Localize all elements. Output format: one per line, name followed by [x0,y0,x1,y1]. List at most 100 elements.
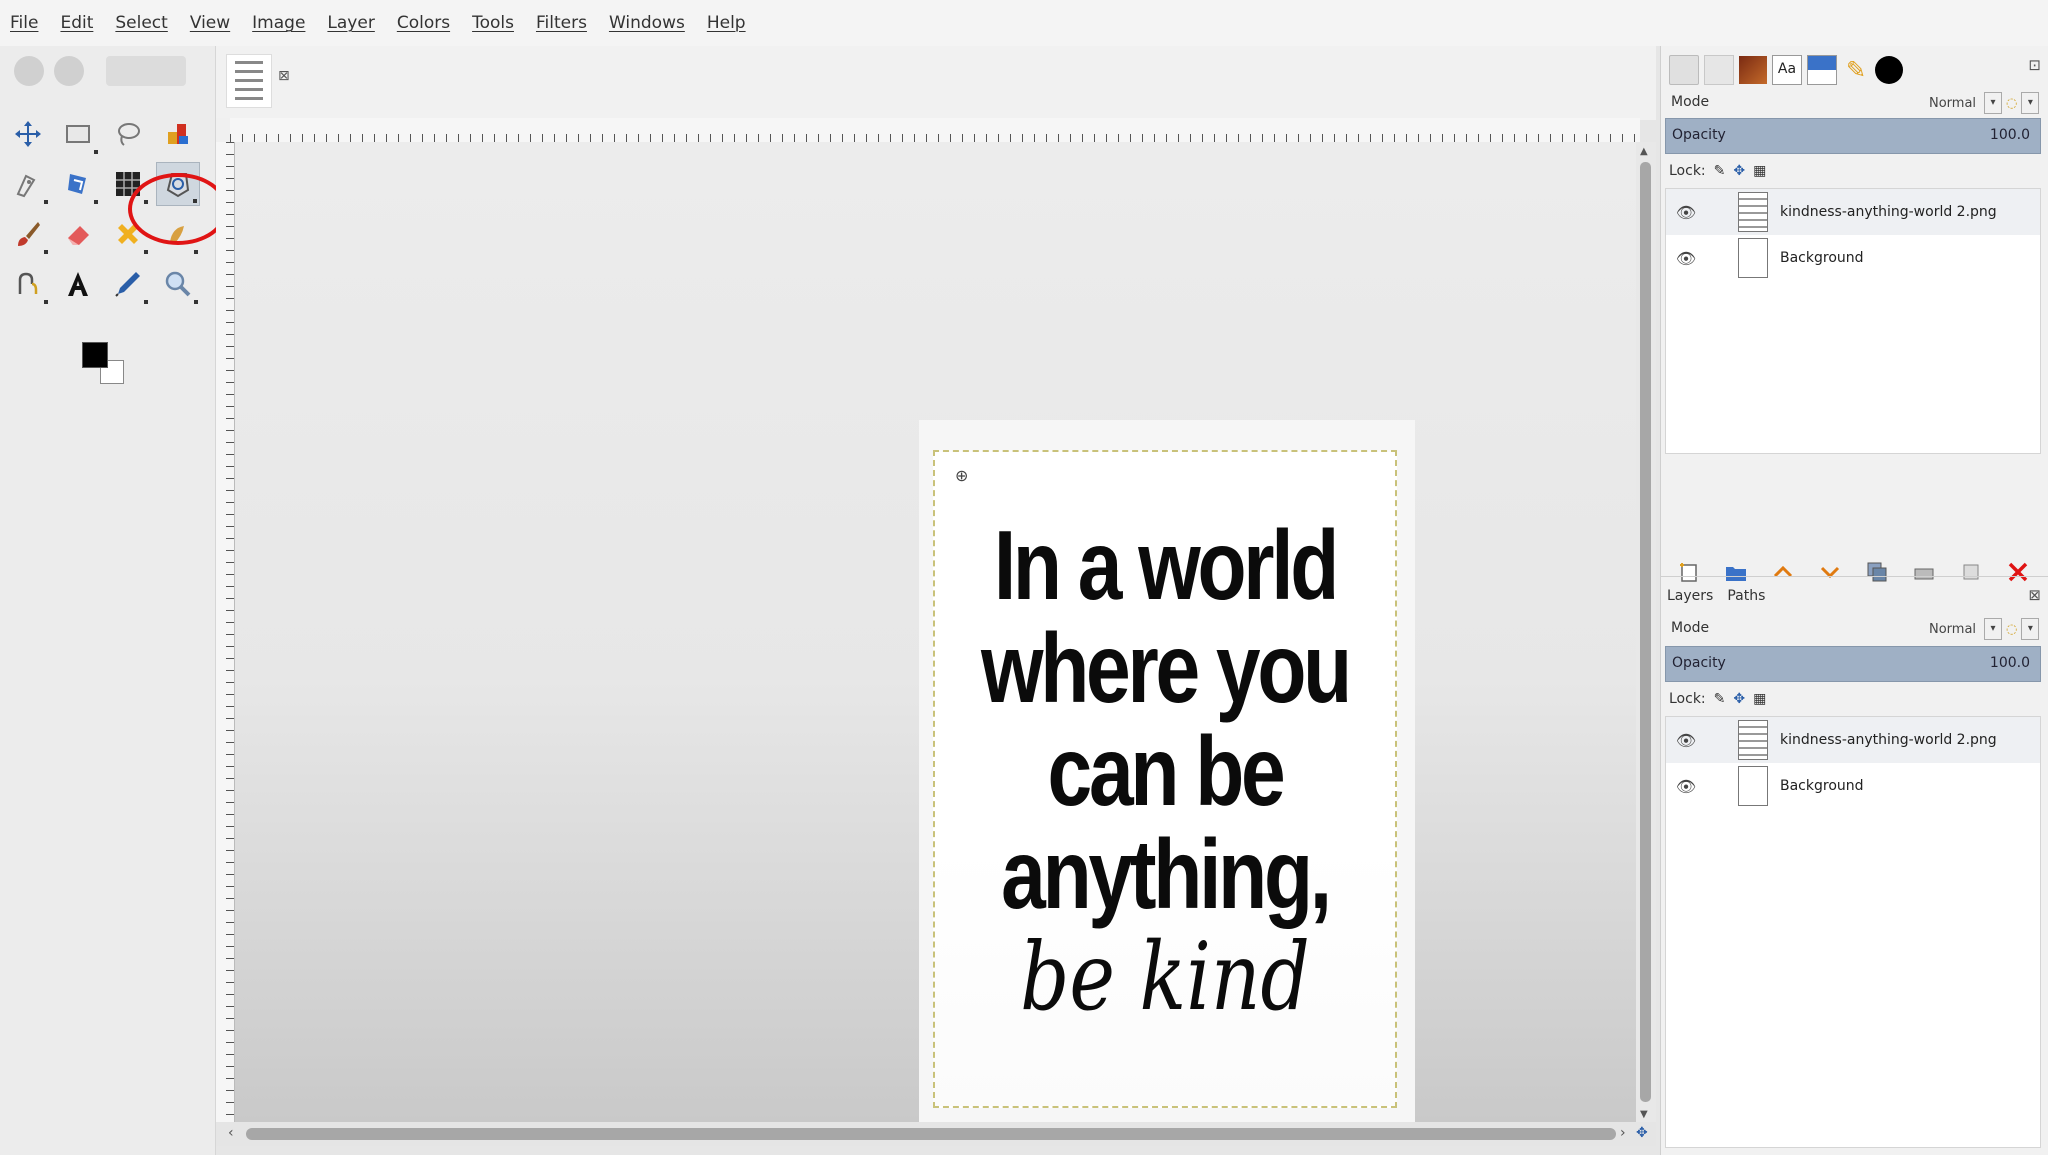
rect-select-tool[interactable] [56,112,100,156]
tool-options-tab-icon[interactable]: ✎ [1842,56,1870,84]
wilber-logo-icon-2 [54,56,84,86]
mode-select[interactable]: Normal ▾ ◌ ▾ [1929,616,2040,642]
eraser-tool[interactable] [56,212,100,256]
horizontal-scrollbar[interactable]: ‹ › ✥ [216,1122,1656,1146]
mode-reset-icon[interactable]: ◌ [2006,622,2017,637]
layers-list[interactable]: 👁 kindness-anything-world 2.png 👁 Backgr… [1665,188,2041,454]
layer-row[interactable]: 👁 Background [1666,235,2040,281]
raise-layer-icon[interactable] [1768,557,1798,587]
paintbrush-tool[interactable] [6,212,50,256]
text-tool[interactable] [56,262,100,306]
menu-edit[interactable]: Edit [60,13,93,33]
mode-select[interactable]: Normal ▾ ◌ ▾ [1929,90,2040,116]
lock-pixels-icon[interactable]: ✎ [1714,163,1726,179]
eye-icon[interactable]: 👁 [1666,249,1706,268]
layer-name[interactable]: kindness-anything-world 2.png [1780,732,1997,748]
fg-bg-color-swatches[interactable] [78,338,128,388]
layer-row[interactable]: 👁 kindness-anything-world 2.png [1666,717,2040,763]
zoom-tool[interactable] [156,262,200,306]
menu-layer[interactable]: Layer [327,13,374,33]
scroll-left-icon[interactable]: ‹ [228,1125,234,1141]
layer-mask-icon[interactable] [1956,557,1986,587]
lock-alpha-icon[interactable]: ▦ [1753,691,1766,707]
gimp-window: File Edit Select View Image Layer Colors… [0,0,2048,1155]
image-document[interactable]: ⊕ In a world where you can be anything, … [919,420,1415,1128]
quote-line: In a world [993,510,1340,620]
scroll-down-icon[interactable]: ▼ [1640,1109,1648,1120]
highlight-ring [128,173,228,245]
canvas-area[interactable]: ⊕ In a world where you can be anything, … [235,142,1637,1128]
layer-name[interactable]: Background [1780,778,1864,794]
lower-layer-icon[interactable] [1815,557,1845,587]
lock-pixels-icon[interactable]: ✎ [1714,691,1726,707]
layers-list[interactable]: 👁 kindness-anything-world 2.png 👁 Backgr… [1665,716,2041,1148]
vertical-scrollbar[interactable]: ▲ ▼ [1636,142,1656,1122]
layer-name[interactable]: Background [1780,250,1864,266]
close-icon[interactable]: ⊠ [2028,586,2041,604]
opacity-slider[interactable]: Opacity 100.0 [1665,646,2041,682]
layer-row[interactable]: 👁 Background [1666,763,2040,809]
menu-help[interactable]: Help [707,13,746,33]
chevron-down-icon[interactable]: ▾ [2021,618,2040,640]
unified-transform-tool[interactable] [56,162,100,206]
close-icon[interactable]: ⊠ [278,68,290,84]
horizontal-ruler[interactable] [230,118,1640,143]
layer-thumbnail [1738,238,1768,278]
layer-row[interactable]: 👁 kindness-anything-world 2.png [1666,189,2040,235]
eye-icon[interactable]: 👁 [1666,203,1706,222]
menu-view[interactable]: View [190,13,230,33]
paths-tool[interactable] [6,162,50,206]
menu-windows[interactable]: Windows [609,13,685,33]
mode-reset-icon[interactable]: ◌ [2006,96,2017,111]
tab-layers[interactable]: Layers [1667,588,1713,604]
panel-divider [1661,576,2048,577]
free-select-tool[interactable] [106,112,150,156]
opacity-slider[interactable]: Opacity 100.0 [1665,118,2041,154]
mode-label: Mode [1671,94,1710,110]
tab-paths[interactable]: Paths [1727,588,1765,604]
vertical-scroll-thumb[interactable] [1640,162,1651,1102]
menu-colors[interactable]: Colors [397,13,450,33]
chevron-down-icon[interactable]: ▾ [1984,618,2003,640]
fuzzy-select-tool[interactable] [156,112,200,156]
navigate-icon[interactable]: ✥ [1636,1125,1648,1141]
fonts-tab-icon[interactable]: Aa [1772,55,1802,85]
chevron-down-icon[interactable]: ▾ [1984,92,2003,114]
delete-layer-icon[interactable] [2003,557,2033,587]
image-tab-thumbnail[interactable] [226,54,272,108]
layers-tab-icon[interactable] [1669,55,1699,85]
foreground-color-swatch[interactable] [82,342,108,368]
move-tool[interactable] [6,112,50,156]
quote-line: anything, [1001,819,1332,929]
color-picker-tool[interactable] [106,262,150,306]
lock-position-icon[interactable]: ✥ [1733,691,1745,707]
channels-tab-icon[interactable] [1704,55,1734,85]
menu-file[interactable]: File [10,13,38,33]
eye-icon[interactable]: 👁 [1666,777,1706,796]
menu-filters[interactable]: Filters [536,13,587,33]
brushes-tab-icon[interactable] [1739,56,1767,84]
dodge-burn-tool[interactable] [6,262,50,306]
lock-position-icon[interactable]: ✥ [1733,163,1745,179]
eye-icon[interactable]: 👁 [1666,731,1706,750]
dock-menu-icon[interactable]: ⊡ [2028,56,2041,74]
layer-name[interactable]: kindness-anything-world 2.png [1780,204,1997,220]
lock-row: Lock: ✎ ✥ ▦ [1669,688,1766,710]
image-tabs: ⊠ [216,46,1656,120]
anchor-layer-icon[interactable] [1909,557,1939,587]
magnifier-icon [165,271,191,297]
menu-image[interactable]: Image [252,13,305,33]
toolbox-drop-area [106,56,186,86]
lock-alpha-icon[interactable]: ▦ [1753,163,1766,179]
scroll-up-icon[interactable]: ▲ [1640,146,1648,157]
vertical-ruler[interactable] [216,142,235,1122]
opacity-label: Opacity [1672,127,1726,143]
document-history-tab-icon[interactable] [1875,56,1903,84]
horizontal-scroll-thumb[interactable] [246,1128,1616,1140]
scroll-right-icon[interactable]: › [1620,1125,1626,1141]
duplicate-layer-icon[interactable] [1862,557,1892,587]
chevron-down-icon[interactable]: ▾ [2021,92,2040,114]
images-tab-icon[interactable] [1807,55,1837,85]
menu-select[interactable]: Select [115,13,167,33]
menu-tools[interactable]: Tools [472,13,514,33]
